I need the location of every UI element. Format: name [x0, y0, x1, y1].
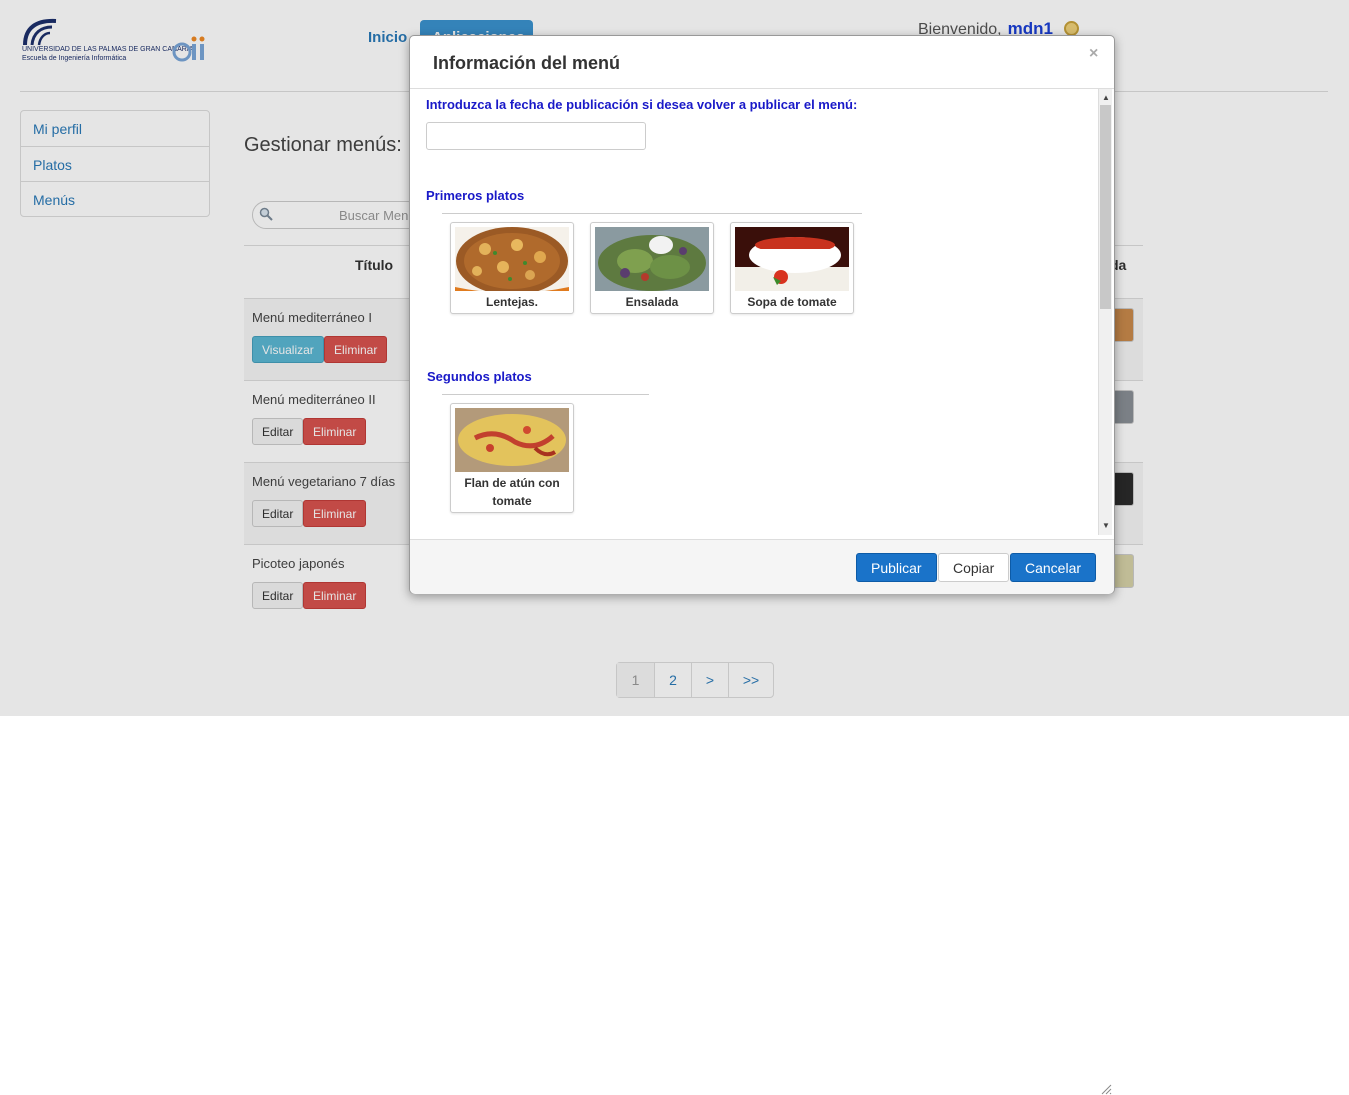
publish-date-prompt: Introduzca la fecha de publicación si de… [426, 97, 858, 112]
dish-caption: Flan de atún con tomate [464, 476, 560, 508]
dish-card[interactable]: Flan de atún con tomate [450, 403, 574, 513]
dish-caption: Sopa de tomate [747, 295, 837, 309]
scroll-down-arrow-icon[interactable]: ▼ [1102, 521, 1110, 530]
menu-info-dialog: Información del menú × Introduzca la fec… [409, 35, 1115, 1095]
dish-image-lentejas [455, 227, 569, 291]
dialog-body: Introduzca la fecha de publicación si de… [414, 89, 1098, 537]
dish-image-ensalada [595, 227, 709, 291]
scroll-up-arrow-icon[interactable]: ▲ [1102, 93, 1110, 102]
dish-card[interactable]: Sopa de tomate [730, 222, 854, 314]
dialog-scrollbar[interactable]: ▲ ▼ [1098, 89, 1112, 535]
dish-image-flan-de-atun [455, 408, 569, 472]
scrollbar-thumb[interactable] [1100, 105, 1111, 309]
close-icon[interactable]: × [1089, 45, 1098, 63]
section-divider [442, 394, 649, 395]
dish-card[interactable]: Ensalada [590, 222, 714, 314]
dish-caption: Lentejas. [485, 295, 539, 309]
section-title-primeros: Primeros platos [426, 188, 525, 203]
publish-date-input[interactable] [426, 122, 646, 150]
dialog-footer: Publicar Copiar Cancelar [410, 539, 1114, 1095]
publish-button[interactable]: Publicar [856, 553, 937, 582]
page: UNIVERSIDAD DE LAS PALMAS DE GRAN CANARI… [0, 0, 1349, 1095]
dialog-title: Información del menú [433, 53, 621, 73]
dish-card[interactable]: Lentejas. [450, 222, 574, 314]
dish-image-sopa-de-tomate [735, 227, 849, 291]
dish-caption: Ensalada [625, 295, 679, 309]
section-title-segundos: Segundos platos [427, 369, 532, 384]
section-divider [442, 213, 862, 214]
resize-handle-icon[interactable] [1100, 1083, 1112, 1095]
copy-button[interactable]: Copiar [938, 553, 1010, 582]
cancel-button[interactable]: Cancelar [1010, 553, 1097, 582]
